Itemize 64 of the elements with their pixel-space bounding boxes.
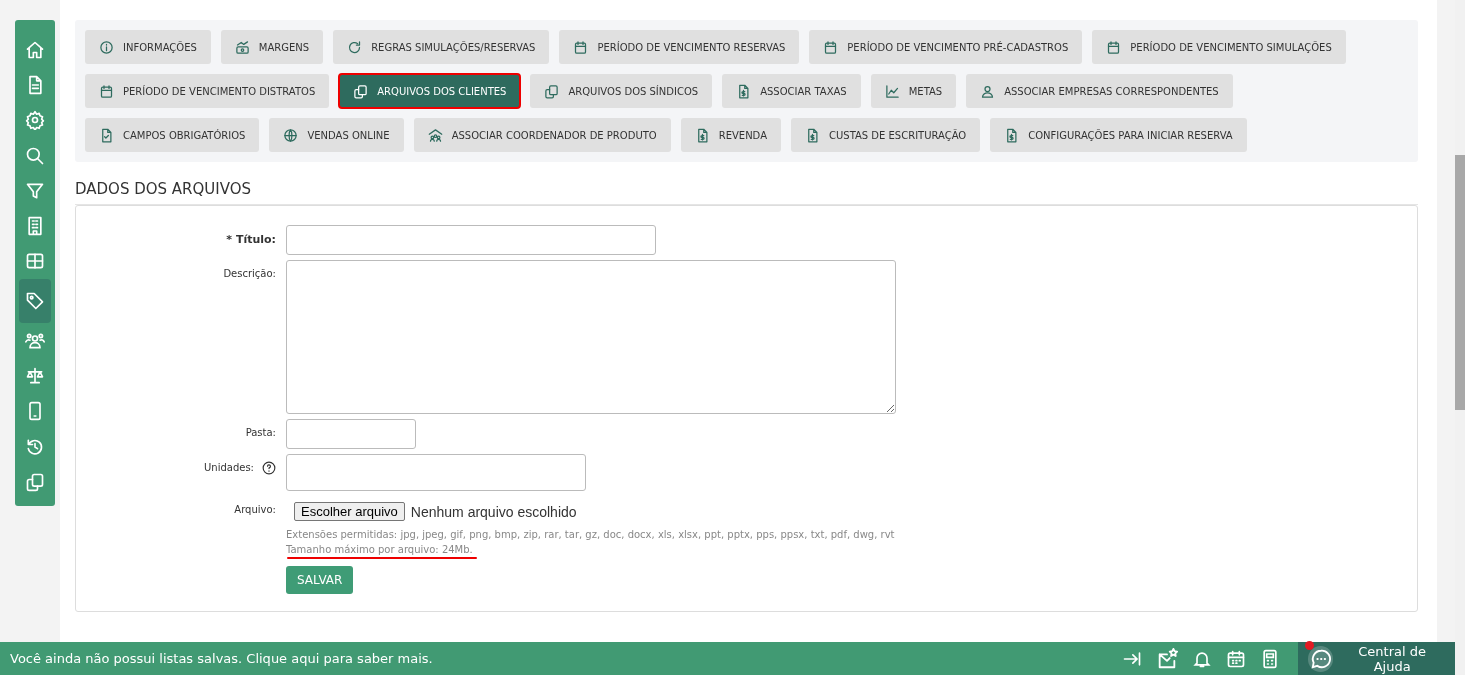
tab[interactable]: CAMPOS OBRIGATÓRIOS xyxy=(85,118,260,152)
tab[interactable]: PERÍODO DE VENCIMENTO PRÉ-CADASTROS xyxy=(809,30,1083,64)
tab[interactable]: METAS xyxy=(870,74,957,108)
people-icon xyxy=(427,127,443,143)
folder-input[interactable] xyxy=(286,419,416,449)
choose-file-button[interactable]: Escolher arquivo xyxy=(294,502,405,521)
tab[interactable]: PERÍODO DE VENCIMENTO DISTRATOS xyxy=(85,74,330,108)
tab[interactable]: ARQUIVOS DOS SÍNDICOS xyxy=(530,74,713,108)
dollar-document-icon xyxy=(736,83,752,99)
field-label: Pasta: xyxy=(245,427,276,438)
globe-icon xyxy=(283,127,299,143)
refresh-icon xyxy=(347,39,363,55)
help-center-button[interactable]: Central de Ajuda xyxy=(1298,642,1455,675)
home-icon xyxy=(25,39,45,60)
copy-icon xyxy=(353,83,369,99)
calendar-icon xyxy=(573,39,589,55)
scale-icon xyxy=(25,366,45,386)
calendar-icon[interactable] xyxy=(1226,648,1246,669)
chat-icon xyxy=(1309,647,1332,670)
field-label: Descrição: xyxy=(223,268,276,279)
calculator-icon[interactable] xyxy=(1260,648,1280,669)
tab[interactable]: ASSOCIAR EMPRESAS CORRESPONDENTES xyxy=(966,74,1233,108)
tab[interactable]: REVENDA xyxy=(680,118,781,152)
calendar-icon xyxy=(99,83,114,99)
sidebar-item[interactable] xyxy=(19,279,51,324)
field-label: * Título: xyxy=(226,233,276,246)
user-icon xyxy=(980,83,996,99)
units-input[interactable] xyxy=(286,454,586,491)
dollar-document-icon xyxy=(805,127,820,143)
hint-text: Extensões permitidas: jpg, jpeg, gif, png, bmp, zip, rar, tar, gz, doc, docx, xls, xlsx, ppt, pptx, pps, ppsx, txt, pdf, dwg, rvt xyxy=(286,528,896,542)
copy-icon xyxy=(544,83,560,99)
tab[interactable]: CUSTAS DE ESCRITURAÇÃO xyxy=(791,118,981,152)
search-icon xyxy=(25,145,45,166)
checklist-icon xyxy=(99,127,114,143)
copy-icon xyxy=(25,471,45,492)
section-title: DADOS DOS ARQUIVOS xyxy=(75,180,1418,205)
tab[interactable]: INFORMAÇÕES xyxy=(85,30,211,64)
tab[interactable]: CONFIGURAÇÕES PARA INICIAR RESERVA xyxy=(990,118,1247,152)
tag-icon xyxy=(25,291,45,312)
hint-text: Tamanho máximo por arquivo: 24Mb. xyxy=(286,543,474,557)
line-chart-icon xyxy=(884,83,900,99)
field-label: Arquivo: xyxy=(234,504,276,515)
field-label: Unidades: xyxy=(204,462,254,473)
building-icon xyxy=(25,216,45,237)
tab[interactable]: PERÍODO DE VENCIMENTO SIMULAÇÕES xyxy=(1092,30,1346,64)
mail-star-icon[interactable] xyxy=(1156,647,1178,670)
settings-icon xyxy=(25,110,45,131)
info-icon xyxy=(99,39,114,55)
file-status: Nenhum arquivo escolhido xyxy=(410,503,577,520)
money-icon xyxy=(234,39,250,55)
tab[interactable]: ARQUIVOS DOS CLIENTES xyxy=(339,74,521,108)
tab[interactable]: REGRAS SIMULAÇÕES/RESERVAS xyxy=(333,30,550,64)
tab[interactable]: ASSOCIAR COORDENADOR DE PRODUTO xyxy=(413,118,671,152)
tab[interactable]: VENDAS ONLINE xyxy=(269,118,404,152)
tab[interactable]: PERÍODO DE VENCIMENTO RESERVAS xyxy=(559,30,800,64)
help-icon[interactable] xyxy=(262,461,276,475)
calendar-icon xyxy=(1106,39,1122,55)
calendar-icon xyxy=(823,39,839,55)
dollar-document-icon xyxy=(1004,127,1020,143)
tab[interactable]: ASSOCIAR TAXAS xyxy=(722,74,861,108)
tab[interactable]: MARGENS xyxy=(220,30,324,64)
table-icon xyxy=(25,251,45,272)
notification-dot xyxy=(1305,640,1314,650)
title-input[interactable] xyxy=(286,225,656,255)
